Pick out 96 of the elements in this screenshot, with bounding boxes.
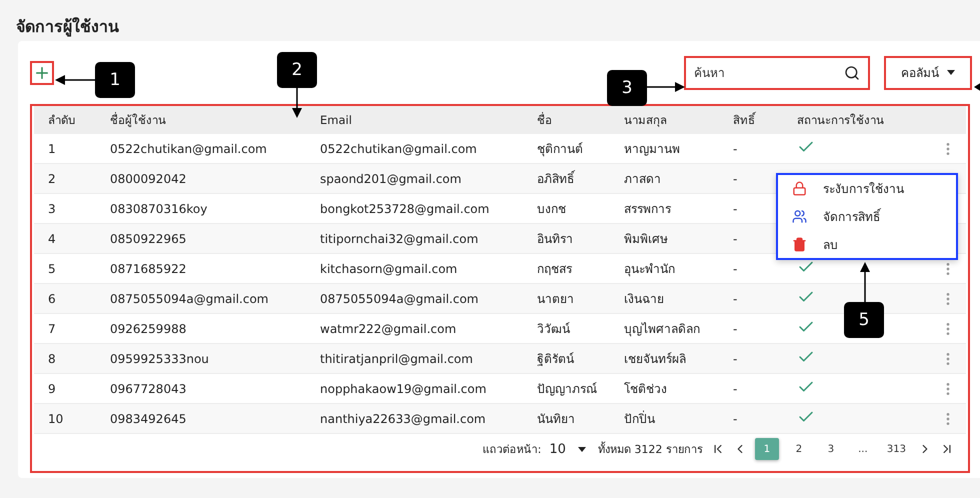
page-button[interactable]: 313 xyxy=(882,438,910,460)
column-header: สิทธิ์ xyxy=(733,111,757,129)
table-cell-text: อินทิรา xyxy=(537,231,574,248)
column-button[interactable]: คอลัมน์ xyxy=(884,56,972,90)
callout-badge: 2 xyxy=(277,52,317,88)
callout-arrow xyxy=(55,75,95,85)
table-cell-text: - xyxy=(733,232,738,246)
table-cell-text: นาตยา xyxy=(537,291,575,308)
trash-icon xyxy=(792,237,807,252)
page-button[interactable]: 3 xyxy=(818,438,843,460)
table-cell-text: - xyxy=(733,322,738,336)
menu-item[interactable]: จัดการสิทธิ์ xyxy=(792,206,942,226)
column-header: ชื่อ xyxy=(537,111,553,129)
search-field[interactable]: ค้นหา xyxy=(684,56,870,90)
callout-arrow xyxy=(974,82,980,92)
table-cell-text: 0967728043 xyxy=(110,382,188,396)
table-cell-text: - xyxy=(733,172,738,186)
table-cell-text: อภิสิทธิ์ xyxy=(537,169,576,188)
table-cell-text: - xyxy=(733,202,738,216)
table-cell-text: 0983492645 xyxy=(110,412,188,426)
table-cell-text: nopphakaow19@gmail.com xyxy=(320,382,488,396)
callout-arrow xyxy=(292,88,302,118)
table-cell-text: 7 xyxy=(48,322,57,336)
table-cell-text: 8 xyxy=(48,352,57,366)
column-header: ชื่อผู้ใช้งาน xyxy=(110,111,167,129)
table-cell-text: - xyxy=(733,142,738,156)
table-cell-text: 6 xyxy=(48,292,57,306)
rows-per-page-select[interactable]: 10 xyxy=(549,442,566,456)
table-cell-text: 0800092042 xyxy=(110,172,188,186)
table-cell-text: กฤชสร xyxy=(537,261,573,278)
rows-per-page-label: แถวต่อหน้า: xyxy=(482,442,542,458)
table-cell-text: พิมพิเศษ xyxy=(624,231,669,248)
table-cell-text: 0959925333nou xyxy=(110,352,210,366)
table-cell-text: หาญมานพ xyxy=(624,141,681,158)
callout-arrow xyxy=(647,82,685,92)
column-header: สถานะการใช้งาน xyxy=(797,112,885,129)
callout-arrow xyxy=(860,262,870,302)
table-cell-text: 5 xyxy=(48,262,57,276)
table-cell-text: - xyxy=(733,262,738,276)
table-cell-text: - xyxy=(733,382,738,396)
table-cell-text: 0871685922 xyxy=(110,262,188,276)
search-icon xyxy=(844,64,860,80)
table-cell-text: สรรพการ xyxy=(624,201,672,218)
table-cell-text: บงกช xyxy=(537,201,567,218)
table-cell-text: spaond201@gmail.com xyxy=(320,172,462,186)
page-button[interactable]: ... xyxy=(850,438,875,460)
table-cell-text: bongkot253728@gmail.com xyxy=(320,202,490,216)
table-cell-text: โชติช่วง xyxy=(624,381,668,398)
table-cell-text: ภาสดา xyxy=(624,171,662,188)
table-cell-text: nanthiya22633@gmail.com xyxy=(320,412,487,426)
table-cell-text: วิวัฒน์ xyxy=(537,321,571,338)
table-cell-text: 0522chutikan@gmail.com xyxy=(110,142,268,156)
table-cell-text: 0875055094a@gmail.com xyxy=(320,292,480,306)
table-cell-text: thitiratjanpril@gmail.com xyxy=(320,352,474,366)
lock-icon xyxy=(792,181,807,196)
table-cell-text: ปักปิ่น xyxy=(624,410,656,428)
table-cell-text: 10 xyxy=(48,412,64,426)
table-cell-text: เงินฉาย xyxy=(624,291,665,308)
table-cell-text: watmr222@gmail.com xyxy=(320,322,458,336)
table-cell-text: นันทิยา xyxy=(537,411,576,428)
table-cell-text: 0926259988 xyxy=(110,322,188,336)
table-cell-text: 1 xyxy=(48,142,57,156)
column-header: ลำดับ xyxy=(48,112,76,129)
callout-badge: 1 xyxy=(95,62,135,98)
table-cell-text: 9 xyxy=(48,382,57,396)
table-cell-text: - xyxy=(733,352,738,366)
callout-badge: 3 xyxy=(607,70,647,106)
column-header: Email xyxy=(320,113,353,127)
add-button[interactable] xyxy=(30,60,54,84)
table-cell-text: เชยจันทร์ผลิ xyxy=(624,351,687,368)
page-title: จัดการผู้ใช้งาน xyxy=(15,16,120,39)
table-cell-text: ปัญญาภรณ์ xyxy=(537,381,598,398)
total-count: ทั้งหมด 3122 รายการ xyxy=(598,440,703,458)
table-cell-text: 0850922965 xyxy=(110,232,188,246)
page-button[interactable]: 2 xyxy=(786,438,811,460)
table-cell-text: titipornchai32@gmail.com xyxy=(320,232,480,246)
table-cell-text: อุนะพำนัก xyxy=(624,261,676,278)
table-cell-text: ชุติกานต์ xyxy=(537,141,584,158)
caret-icon xyxy=(578,446,586,452)
table-cell-text: 0522chutikan@gmail.com xyxy=(320,142,478,156)
table-cell-text: บุญไพศาลดิลก xyxy=(624,321,701,338)
callout-badge: 5 xyxy=(844,302,884,338)
column-header: นามสกุล xyxy=(624,112,668,129)
table-cell-text: - xyxy=(733,292,738,306)
table-cell-text: kitchasorn@gmail.com xyxy=(320,262,458,276)
menu-item[interactable]: ระงับการใช้งาน xyxy=(792,178,942,198)
table-cell-text: ฐิติรัตน์ xyxy=(537,351,575,368)
table-cell-text: 0830870316koy xyxy=(110,202,208,216)
caret-icon xyxy=(947,70,955,75)
table-cell-text: - xyxy=(733,412,738,426)
table-cell-text: 3 xyxy=(48,202,57,216)
table-cell-text: 2 xyxy=(48,172,57,186)
table-cell-text: 4 xyxy=(48,232,57,246)
table-cell-text: 0875055094a@gmail.com xyxy=(110,292,270,306)
menu-item[interactable]: ลบ xyxy=(792,234,942,254)
people-icon xyxy=(792,209,807,224)
